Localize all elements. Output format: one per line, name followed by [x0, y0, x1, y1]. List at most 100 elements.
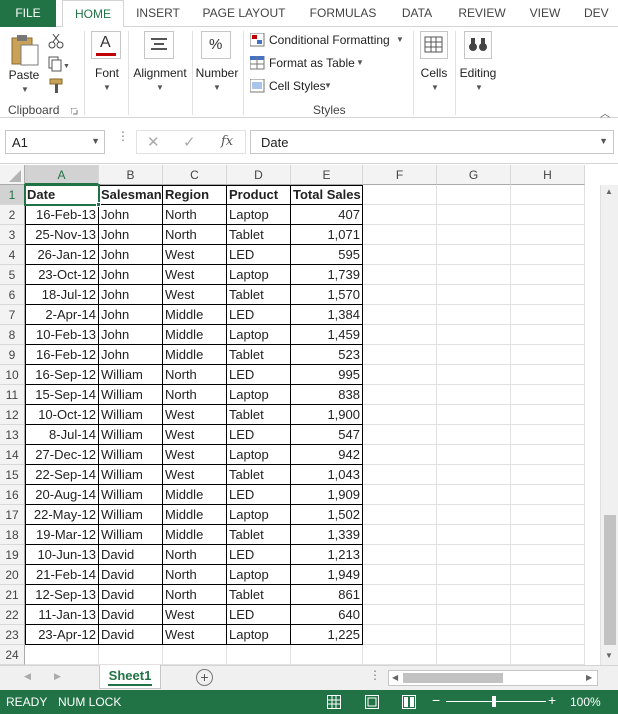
- row-header[interactable]: 15: [0, 465, 25, 485]
- empty-cell[interactable]: [437, 325, 511, 345]
- table-cell[interactable]: West: [163, 445, 227, 465]
- table-cell[interactable]: 20-Aug-14: [25, 485, 99, 505]
- empty-cell[interactable]: [437, 225, 511, 245]
- empty-cell[interactable]: [437, 525, 511, 545]
- table-cell[interactable]: 16-Feb-13: [25, 205, 99, 225]
- table-cell[interactable]: 11-Jan-13: [25, 605, 99, 625]
- table-cell[interactable]: Laptop: [227, 445, 291, 465]
- number-button[interactable]: %: [201, 31, 231, 59]
- table-cell[interactable]: LED: [227, 425, 291, 445]
- table-cell[interactable]: LED: [227, 605, 291, 625]
- empty-cell[interactable]: [363, 505, 437, 525]
- expand-formula-icon[interactable]: ▼: [599, 136, 608, 146]
- column-header-f[interactable]: F: [363, 165, 437, 185]
- row-header[interactable]: 16: [0, 485, 25, 505]
- empty-cell[interactable]: [437, 485, 511, 505]
- vertical-scroll-thumb[interactable]: [604, 515, 616, 645]
- tab-home[interactable]: HOME: [62, 0, 124, 28]
- empty-cell[interactable]: [363, 345, 437, 365]
- vertical-scrollbar[interactable]: ▲ ▼: [600, 185, 618, 665]
- prev-sheet-icon[interactable]: ◀: [24, 671, 31, 682]
- empty-cell[interactable]: [437, 305, 511, 325]
- tab-file[interactable]: FILE: [0, 0, 56, 27]
- row-header[interactable]: 11: [0, 385, 25, 405]
- zoom-in-icon[interactable]: +: [548, 692, 556, 708]
- empty-cell[interactable]: [511, 585, 585, 605]
- cells-button[interactable]: [420, 31, 448, 59]
- table-cell[interactable]: William: [99, 505, 163, 525]
- scroll-right-icon[interactable]: ▶: [586, 673, 592, 682]
- table-cell[interactable]: David: [99, 545, 163, 565]
- empty-cell[interactable]: [363, 225, 437, 245]
- empty-cell[interactable]: [363, 645, 437, 665]
- empty-cell[interactable]: [363, 405, 437, 425]
- table-cell[interactable]: North: [163, 545, 227, 565]
- zoom-slider[interactable]: [446, 701, 546, 702]
- table-cell[interactable]: Laptop: [227, 625, 291, 645]
- empty-cell[interactable]: [511, 345, 585, 365]
- name-box[interactable]: A1 ▼: [5, 130, 105, 154]
- empty-cell[interactable]: [363, 585, 437, 605]
- column-header-d[interactable]: D: [227, 165, 291, 185]
- empty-cell[interactable]: [437, 585, 511, 605]
- table-cell[interactable]: 1,900: [291, 405, 363, 425]
- empty-cell[interactable]: [363, 425, 437, 445]
- empty-cell[interactable]: [363, 285, 437, 305]
- table-cell[interactable]: Laptop: [227, 505, 291, 525]
- empty-cell[interactable]: [363, 485, 437, 505]
- table-cell[interactable]: Laptop: [227, 565, 291, 585]
- row-header[interactable]: 12: [0, 405, 25, 425]
- table-cell[interactable]: 838: [291, 385, 363, 405]
- empty-cell[interactable]: [363, 565, 437, 585]
- empty-cell[interactable]: [437, 425, 511, 445]
- empty-cell[interactable]: [437, 545, 511, 565]
- row-header[interactable]: 14: [0, 445, 25, 465]
- table-cell[interactable]: North: [163, 565, 227, 585]
- empty-cell[interactable]: [511, 385, 585, 405]
- table-cell[interactable]: 16-Sep-12: [25, 365, 99, 385]
- table-cell[interactable]: William: [99, 365, 163, 385]
- table-cell[interactable]: 1,949: [291, 565, 363, 585]
- empty-cell[interactable]: [437, 265, 511, 285]
- table-cell[interactable]: 1,459: [291, 325, 363, 345]
- empty-cell[interactable]: [163, 645, 227, 665]
- column-header-c[interactable]: C: [163, 165, 227, 185]
- table-cell[interactable]: 1,071: [291, 225, 363, 245]
- insert-function-icon[interactable]: fx: [221, 134, 233, 149]
- table-cell[interactable]: 23-Oct-12: [25, 265, 99, 285]
- row-header[interactable]: 5: [0, 265, 25, 285]
- table-cell[interactable]: 10-Feb-13: [25, 325, 99, 345]
- table-cell[interactable]: 1,225: [291, 625, 363, 645]
- column-header-e[interactable]: E: [291, 165, 363, 185]
- table-cell[interactable]: Tablet: [227, 585, 291, 605]
- empty-cell[interactable]: [437, 645, 511, 665]
- column-header-g[interactable]: G: [437, 165, 511, 185]
- empty-cell[interactable]: [227, 645, 291, 665]
- empty-cell[interactable]: [363, 305, 437, 325]
- table-cell[interactable]: 942: [291, 445, 363, 465]
- table-cell[interactable]: West: [163, 605, 227, 625]
- column-header-b[interactable]: B: [99, 165, 163, 185]
- table-cell[interactable]: 1,213: [291, 545, 363, 565]
- font-button[interactable]: A: [91, 31, 121, 59]
- zoom-slider-thumb[interactable]: [492, 696, 496, 707]
- table-cell[interactable]: 1,384: [291, 305, 363, 325]
- row-header[interactable]: 13: [0, 425, 25, 445]
- sheet-tab-sheet1[interactable]: Sheet1: [99, 665, 161, 689]
- table-cell[interactable]: William: [99, 405, 163, 425]
- fill-handle[interactable]: [96, 202, 101, 207]
- format-painter-icon[interactable]: [48, 78, 64, 94]
- dialog-launcher-icon[interactable]: [71, 108, 79, 116]
- empty-cell[interactable]: [363, 385, 437, 405]
- page-break-view-icon[interactable]: [402, 695, 416, 709]
- empty-cell[interactable]: [25, 645, 99, 665]
- formula-input[interactable]: Date ▼: [250, 130, 614, 154]
- empty-cell[interactable]: [437, 505, 511, 525]
- select-all-corner[interactable]: [0, 165, 25, 185]
- table-cell[interactable]: Middle: [163, 485, 227, 505]
- empty-cell[interactable]: [511, 425, 585, 445]
- table-cell[interactable]: 22-Sep-14: [25, 465, 99, 485]
- row-header[interactable]: 21: [0, 585, 25, 605]
- table-cell[interactable]: 995: [291, 365, 363, 385]
- table-cell[interactable]: North: [163, 225, 227, 245]
